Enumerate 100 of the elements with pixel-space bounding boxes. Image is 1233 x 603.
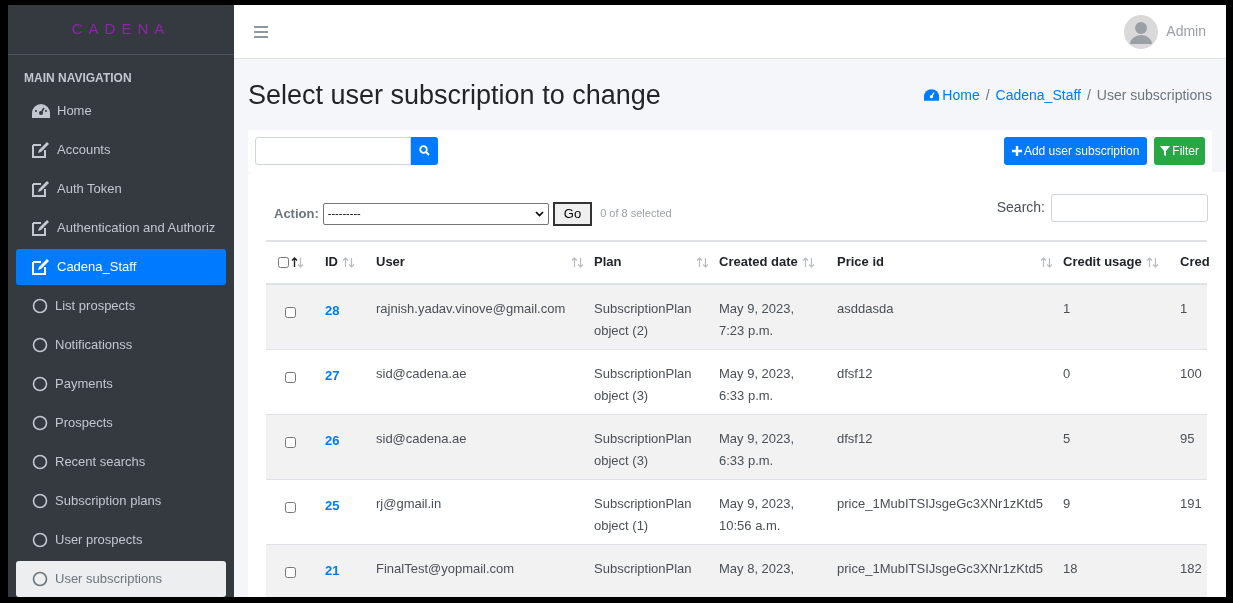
breadcrumb-link[interactable]: Cadena_Staff	[995, 84, 1081, 106]
sort-icon	[696, 256, 709, 268]
circle-icon	[32, 298, 48, 314]
table-cell-text: May 9, 2023, 10:56 a.m.	[719, 494, 796, 535]
table-cell-text: price_1MubITSIJsgeGc3XNr1zKtd5	[837, 494, 1044, 513]
action-label: Action:	[274, 204, 319, 223]
go-button[interactable]: Go	[552, 201, 593, 226]
table-cell-text: dfsf12	[837, 429, 874, 448]
edit-icon	[32, 181, 50, 197]
chevron-down-icon	[534, 210, 544, 217]
nav-item[interactable]: User prospects	[16, 522, 226, 558]
search-field[interactable]	[255, 136, 411, 165]
table-cell-text: 95	[1180, 429, 1196, 448]
table-search-field[interactable]	[1051, 193, 1208, 222]
column-header[interactable]: ID	[325, 252, 338, 272]
table-cell-text: May 8, 2023,	[719, 559, 796, 578]
table-cell-text: price_1MubITSIJsgeGc3XNr1zKtd5	[837, 559, 1044, 578]
table-cell-text: May 9, 2023, 6:33 p.m.	[719, 429, 796, 470]
table-cell-text: 9	[1063, 494, 1072, 513]
circle-icon	[32, 454, 48, 470]
row-checkbox[interactable]	[285, 371, 296, 383]
sort-icon[interactable]	[291, 256, 304, 268]
table-cell-text: 191	[1180, 494, 1203, 513]
table-cell-text: SubscriptionPlan object (3)	[594, 429, 693, 470]
nav-item[interactable]: Recent searchs	[16, 444, 226, 480]
table-cell-text: dfsf12	[837, 364, 874, 383]
table-cell-text: FinalTest@yopmail.com	[376, 559, 516, 578]
nav-item[interactable]: Home	[16, 93, 226, 129]
sort-icon	[1040, 256, 1053, 268]
nav-item[interactable]: Subscription plans	[16, 483, 226, 519]
nav-section-header: MAIN NAVIGATION	[23, 70, 133, 87]
breadcrumb-separator: /	[985, 85, 990, 105]
column-header[interactable]: Plan	[594, 252, 622, 272]
circle-icon	[32, 337, 48, 353]
row-checkbox[interactable]	[285, 501, 296, 513]
id-link[interactable]: 28	[325, 302, 340, 318]
nav-item[interactable]: Prospects	[16, 405, 226, 441]
table-cell-text: asddasda	[837, 299, 895, 318]
row-checkbox[interactable]	[285, 436, 296, 448]
circle-icon	[32, 532, 48, 548]
avatar-icon[interactable]	[1124, 14, 1159, 49]
edit-icon	[32, 259, 50, 275]
nav-item[interactable]: Payments	[16, 366, 226, 402]
breadcrumb-current: User subscriptions	[1096, 85, 1212, 105]
table-cell-text: 0	[1063, 364, 1072, 383]
table-cell-text: sid@cadena.ae	[376, 364, 468, 383]
column-header[interactable]: User	[376, 252, 405, 272]
search-button[interactable]	[411, 136, 438, 165]
add-button[interactable]: Add user subscription	[1003, 136, 1148, 165]
column-header[interactable]: Price id	[837, 252, 884, 272]
circle-icon	[32, 415, 48, 431]
sort-icon	[1145, 256, 1159, 268]
nav-item[interactable]: Authentication and Authoriz	[16, 210, 226, 246]
table-cell-text: May 9, 2023, 6:33 p.m.	[719, 364, 796, 405]
table-cell-text: SubscriptionPlan object (3)	[594, 364, 693, 405]
edit-icon	[32, 220, 50, 236]
table-cell-text: 5	[1063, 429, 1072, 448]
select-all-checkbox[interactable]	[278, 256, 289, 268]
table-cell-text: SubscriptionPlan object (1)	[594, 494, 693, 535]
row-checkbox[interactable]	[285, 306, 296, 318]
table-cell-text: SubscriptionPlan object (2)	[594, 299, 693, 340]
selection-count: 0 of 8 selected	[600, 206, 672, 222]
circle-icon	[32, 571, 48, 587]
id-link[interactable]: 27	[325, 367, 340, 383]
table-cell-text: 1	[1180, 299, 1189, 318]
id-link[interactable]: 21	[325, 562, 340, 578]
edit-icon	[32, 142, 50, 158]
sort-icon	[342, 256, 355, 268]
nav-item[interactable]: Accounts	[16, 132, 226, 168]
table-cell-text: 100	[1180, 364, 1203, 383]
menu-icon[interactable]	[254, 25, 268, 38]
action-select[interactable]: ---------	[322, 202, 549, 225]
circle-icon	[32, 493, 48, 509]
table-cell-text: rajnish.yadav.vinove@gmail.com	[376, 299, 567, 318]
table-cell-text: 1	[1063, 299, 1072, 318]
nav-item[interactable]: List prospects	[16, 288, 226, 324]
column-header[interactable]: Credit usage	[1063, 252, 1142, 272]
table-cell-text: May 9, 2023, 7:23 p.m.	[719, 299, 796, 340]
nav-item[interactable]: Notificationss	[16, 327, 226, 363]
row-checkbox[interactable]	[285, 566, 296, 578]
column-header[interactable]: Cred	[1180, 252, 1210, 272]
table-cell-text: rj@gmail.in	[376, 494, 443, 513]
circle-icon	[32, 376, 48, 392]
table-cell-text: SubscriptionPlan	[594, 559, 693, 578]
nav-item[interactable]: User subscriptions	[16, 561, 226, 597]
column-header[interactable]: Created date	[719, 252, 798, 272]
id-link[interactable]: 25	[325, 497, 340, 513]
id-link[interactable]: 26	[325, 432, 340, 448]
nav-item[interactable]: Cadena_Staff	[16, 249, 226, 285]
table-cell-text: 182	[1180, 559, 1203, 578]
search-label: Search:	[996, 198, 1045, 217]
breadcrumb-separator: /	[1086, 85, 1091, 105]
sort-icon	[801, 256, 815, 268]
plus-icon	[1011, 145, 1022, 156]
breadcrumb-link[interactable]: Home	[924, 84, 980, 106]
dashboard-icon	[32, 104, 50, 118]
sort-icon	[571, 256, 584, 268]
nav-item[interactable]: Auth Token	[16, 171, 226, 207]
table-cell-text: sid@cadena.ae	[376, 429, 468, 448]
dashboard-icon	[924, 89, 940, 102]
